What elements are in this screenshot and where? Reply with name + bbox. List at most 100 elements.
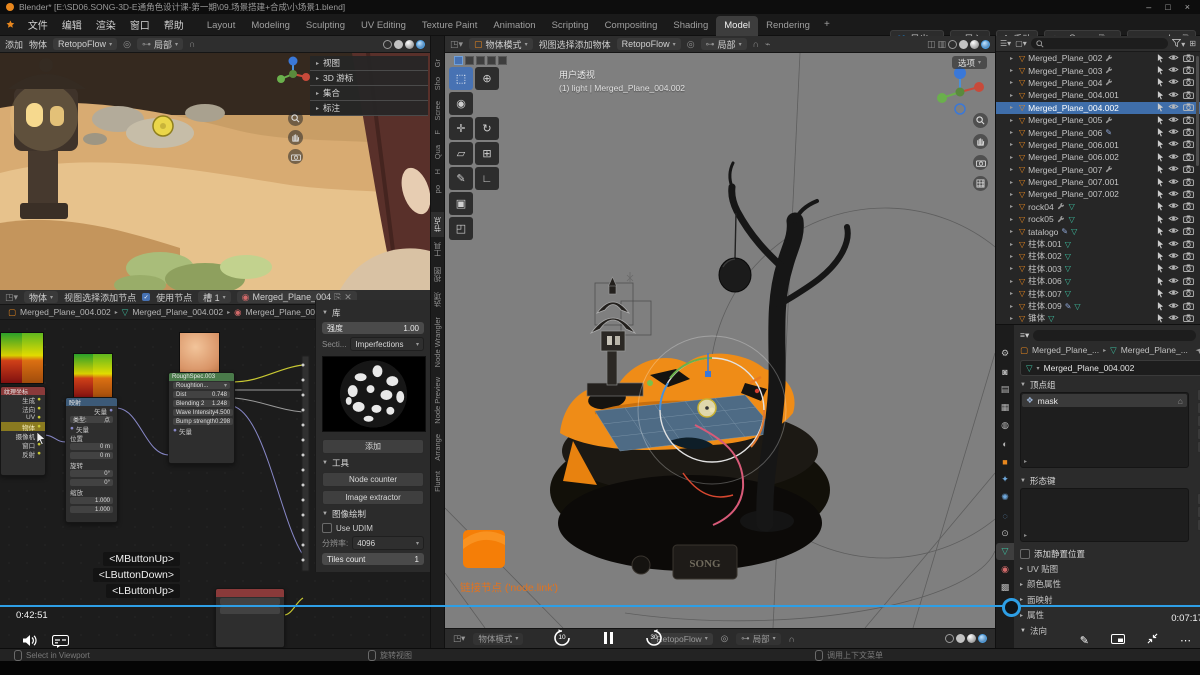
camera-preview-viewport[interactable]: ▸视图▸3D 游标▸集合▸标注: [0, 53, 430, 290]
mode-dropdown[interactable]: ▢物体模式▾: [469, 38, 533, 50]
panel-tab[interactable]: Node Preview: [431, 372, 444, 429]
transform-orientation[interactable]: ⊶局部▾: [736, 633, 781, 645]
expand-arrow-icon[interactable]: ▸: [1010, 117, 1016, 124]
expand-arrow-icon[interactable]: ▸: [1010, 55, 1016, 62]
object-name[interactable]: Merged_Plane_005: [1028, 115, 1102, 125]
properties-tab[interactable]: ◍: [996, 417, 1014, 434]
outliner-row[interactable]: ▸ ▽ 柱体.009 ✎ ▽: [996, 300, 1200, 312]
workspace-tab[interactable]: UV Editing: [353, 16, 414, 36]
mode-dropdown[interactable]: 物体模式▾: [473, 633, 523, 645]
menu-item[interactable]: 节点: [118, 293, 136, 303]
pip-icon[interactable]: [1111, 634, 1125, 647]
object-name[interactable]: Merged_Plane_006.002: [1028, 152, 1119, 162]
outliner-row[interactable]: ▸ ▽ rock05 ✎ ▽: [996, 213, 1200, 225]
node-counter-button[interactable]: Node counter: [322, 472, 424, 487]
roughness-group-node[interactable]: RoughSpec.003 Roughtion...▾ Dist0.748 Bl…: [168, 372, 235, 464]
menu-item[interactable]: 窗口: [123, 21, 157, 32]
selectable-cursor-icon[interactable]: [1157, 66, 1164, 75]
workspace-tab[interactable]: Shading: [665, 16, 716, 36]
display-mode-icon[interactable]: ▢▾: [1015, 39, 1027, 48]
hide-eye-icon[interactable]: [1168, 178, 1179, 187]
select-lasso-mode-icon[interactable]: [487, 56, 496, 65]
workspace-tab[interactable]: Sculpting: [298, 16, 353, 36]
selectable-cursor-icon[interactable]: [1157, 190, 1164, 199]
object-name[interactable]: Merged_Plane_004: [1028, 78, 1102, 88]
menu-item[interactable]: 添加: [100, 293, 118, 303]
object-name[interactable]: 柱体.006: [1028, 275, 1062, 287]
options-dropdown[interactable]: 选项▾: [952, 56, 987, 69]
selectable-cursor-icon[interactable]: [1157, 277, 1164, 286]
outliner-row[interactable]: ▸ ▽ 柱体.006 ✎ ▽: [996, 275, 1200, 287]
pause-button[interactable]: [604, 632, 613, 644]
object-name[interactable]: Merged_Plane_007: [1028, 165, 1102, 175]
retopoflow-menu[interactable]: RetopoFlow▾: [53, 38, 117, 50]
hide-eye-icon[interactable]: [1168, 78, 1179, 87]
outliner-row[interactable]: ▸ ▽ Merged_Plane_004.001 ✎ ▽: [996, 89, 1200, 101]
shader-type-dropdown[interactable]: 物体▾: [24, 291, 58, 303]
add-texture-button[interactable]: 添加: [322, 439, 424, 454]
tool-button[interactable]: ✛: [449, 117, 473, 140]
disable-render-camera-icon[interactable]: [1183, 91, 1194, 100]
zoom-icon[interactable]: [288, 111, 303, 126]
menu-item[interactable]: 视图: [539, 40, 557, 50]
selectable-cursor-icon[interactable]: [1157, 289, 1164, 298]
texture-coordinate-node[interactable]: 纹理坐标 生成●法向●UV●物体●摄像机●窗口●反射●: [0, 386, 46, 476]
disable-render-camera-icon[interactable]: [1183, 215, 1194, 224]
menu-item[interactable]: 添加: [575, 40, 593, 50]
hide-eye-icon[interactable]: [1168, 215, 1179, 224]
forward-30-button[interactable]: 30: [645, 629, 663, 647]
proportional-edit-icon[interactable]: ◎: [721, 633, 728, 644]
data-name-field[interactable]: ▽▾ Merged_Plane_004.002: [1020, 360, 1200, 376]
pin-icon[interactable]: ➤: [1193, 344, 1200, 357]
expand-arrow-icon[interactable]: ▸: [1010, 92, 1016, 99]
volume-icon[interactable]: [22, 634, 38, 652]
panel-tab[interactable]: 工具: [431, 237, 444, 262]
node-output-socket[interactable]: 反射●: [1, 449, 45, 458]
object-name[interactable]: rock05: [1028, 214, 1054, 224]
disable-render-camera-icon[interactable]: [1183, 227, 1194, 236]
menu-item[interactable]: 渲染: [89, 21, 123, 32]
disable-render-camera-icon[interactable]: [1183, 103, 1194, 112]
blender-menu-icon[interactable]: 🟊: [0, 16, 21, 33]
properties-tab[interactable]: ■: [996, 453, 1014, 470]
outliner-row[interactable]: ▸ ▽ Merged_Plane_006.001 ✎ ▽: [996, 139, 1200, 151]
editor-type-icon[interactable]: ◳▾: [450, 39, 463, 50]
viewport-3d[interactable]: SONG: [445, 53, 995, 628]
disable-render-camera-icon[interactable]: [1183, 178, 1194, 187]
mapping-node[interactable]: 映射 矢量● 类型:点 ●矢量 位置 0 m 0 m 旋转 0° 0° 缩放 1…: [65, 397, 118, 523]
tweak-mode-icon[interactable]: [454, 56, 463, 65]
outliner-row[interactable]: ▸ ▽ Merged_Plane_004 ✎ ▽: [996, 77, 1200, 89]
menu-item[interactable]: 视图: [64, 293, 82, 303]
material-shading-icon[interactable]: [405, 40, 414, 49]
panel-tab[interactable]: Node Wrangler: [431, 312, 444, 372]
workspace-tab[interactable]: Scripting: [544, 16, 597, 36]
panel-tab[interactable]: 选项: [431, 287, 444, 312]
tiles-count-field[interactable]: Tiles count1: [322, 553, 424, 565]
pan-hand-icon[interactable]: [288, 130, 303, 145]
expand-arrow-icon[interactable]: ▸: [1010, 67, 1016, 74]
outliner-row[interactable]: ▸ ▽ Merged_Plane_003 ✎ ▽: [996, 64, 1200, 76]
hide-eye-icon[interactable]: [1168, 153, 1179, 162]
disable-render-camera-icon[interactable]: [1183, 240, 1194, 249]
selectable-cursor-icon[interactable]: [1157, 227, 1164, 236]
disable-render-camera-icon[interactable]: [1183, 165, 1194, 174]
panel-tab[interactable]: 节点: [431, 212, 444, 237]
object-name[interactable]: Merged_Plane_006: [1028, 128, 1102, 138]
properties-tab[interactable]: ▤: [996, 381, 1014, 398]
selectable-cursor-icon[interactable]: [1157, 140, 1164, 149]
selectable-cursor-icon[interactable]: [1157, 116, 1164, 125]
properties-tab[interactable]: ✦: [996, 471, 1014, 488]
object-name[interactable]: 柱体.001: [1028, 238, 1062, 250]
expand-arrow-icon[interactable]: ▸: [1010, 141, 1016, 148]
hide-eye-icon[interactable]: [1168, 91, 1179, 100]
material-slot-dropdown[interactable]: 槽 1▾: [198, 291, 231, 303]
new-collection-icon[interactable]: ⊞: [1189, 39, 1196, 48]
snap-magnet-icon[interactable]: ∩: [753, 39, 759, 49]
menu-item[interactable]: 选择: [557, 40, 575, 50]
maximize-button[interactable]: □: [1165, 2, 1170, 12]
hide-eye-icon[interactable]: [1168, 54, 1179, 63]
tool-button[interactable]: ◉: [449, 92, 473, 115]
object-name[interactable]: tatalogo: [1028, 227, 1058, 237]
panel-tab[interactable]: Scree: [431, 96, 444, 126]
npanel-section[interactable]: ▸标注: [310, 101, 428, 116]
